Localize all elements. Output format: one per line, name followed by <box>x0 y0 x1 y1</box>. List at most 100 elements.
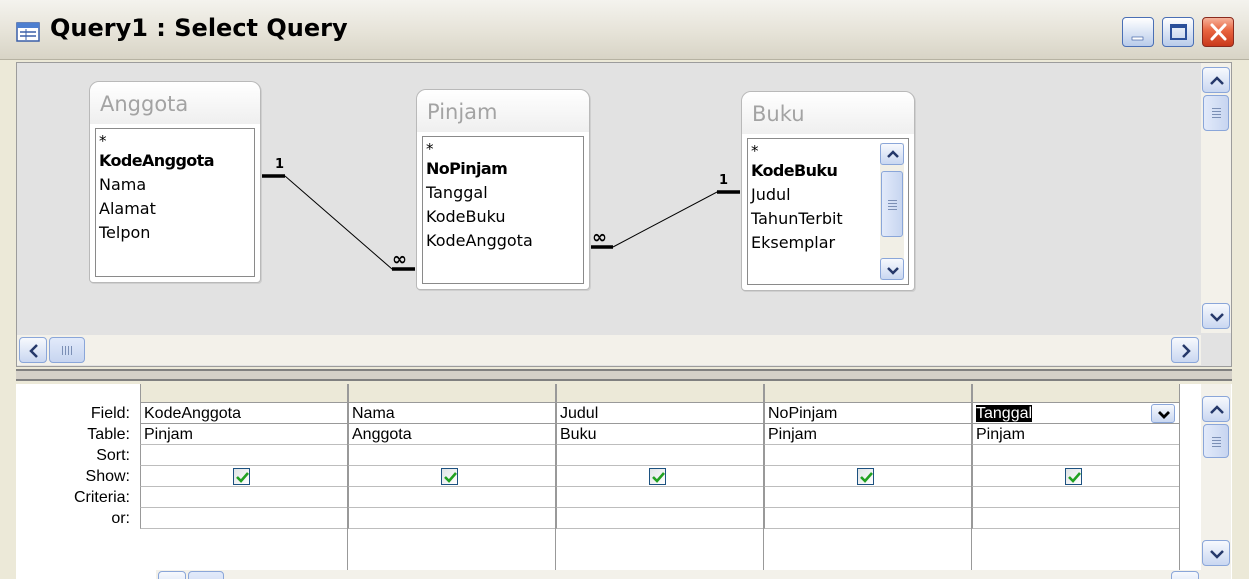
scroll-down-button[interactable] <box>880 258 904 280</box>
grid-vertical-scrollbar[interactable] <box>1201 384 1231 579</box>
scroll-left-button[interactable] <box>19 337 47 363</box>
show-checkbox[interactable] <box>649 468 666 485</box>
scroll-thumb[interactable] <box>1203 424 1229 458</box>
table-cell[interactable]: Pinjam <box>972 424 1179 445</box>
column-selector[interactable] <box>348 384 555 403</box>
checkmark-icon <box>860 472 873 483</box>
scroll-up-button[interactable] <box>1202 396 1230 422</box>
column-selector[interactable] <box>764 384 971 403</box>
field-item-tanggal[interactable]: Tanggal <box>423 181 583 205</box>
field-cell[interactable]: Judul <box>556 403 763 424</box>
show-checkbox[interactable] <box>1065 468 1082 485</box>
or-cell[interactable] <box>556 508 763 529</box>
field-cell[interactable]: NoPinjam <box>764 403 971 424</box>
field-item-all[interactable]: * <box>423 137 583 158</box>
table-cell[interactable]: Pinjam <box>140 424 347 445</box>
show-checkbox[interactable] <box>857 468 874 485</box>
sort-cell[interactable] <box>140 445 347 466</box>
field-item-kodeanggota[interactable]: KodeAnggota <box>423 229 583 253</box>
table-cell[interactable]: Buku <box>556 424 763 445</box>
or-cell[interactable] <box>348 508 555 529</box>
table-anggota[interactable]: Anggota * KodeAnggota Nama Alamat Telpon <box>89 81 261 283</box>
column-selector[interactable] <box>972 384 1179 403</box>
title-bar[interactable]: Query1 : Select Query <box>0 0 1249 60</box>
scroll-right-button[interactable] <box>1171 337 1199 363</box>
design-grid[interactable]: Field: Table: Sort: Show: Criteria: or: … <box>16 384 1232 579</box>
show-checkbox[interactable] <box>441 468 458 485</box>
grid-columns[interactable]: KodeAnggota Pinjam Nama Anggota Judul Bu… <box>140 384 1186 579</box>
scroll-up-button[interactable] <box>1202 67 1230 93</box>
selected-field-text[interactable]: Tanggal <box>976 405 1033 422</box>
grid-column[interactable]: KodeAnggota Pinjam <box>140 384 348 579</box>
minimize-button[interactable] <box>1122 17 1154 47</box>
table-title[interactable]: Buku <box>742 92 914 134</box>
scroll-thumb[interactable] <box>49 337 85 363</box>
or-cell[interactable] <box>140 508 347 529</box>
scroll-right-button[interactable] <box>1171 571 1199 579</box>
column-selector[interactable] <box>556 384 763 403</box>
row-label-field: Field: <box>90 405 130 422</box>
criteria-cell[interactable] <box>348 487 555 508</box>
table-buku[interactable]: Buku * KodeBuku Judul TahunTerbit Eksemp… <box>741 91 915 291</box>
field-list[interactable]: * KodeBuku Judul TahunTerbit Eksemplar <box>747 138 909 285</box>
scroll-down-button[interactable] <box>1202 303 1230 329</box>
field-cell[interactable]: Nama <box>348 403 555 424</box>
sort-cell[interactable] <box>764 445 971 466</box>
criteria-cell[interactable] <box>140 487 347 508</box>
scroll-thumb[interactable] <box>1203 95 1229 131</box>
field-list[interactable]: * KodeAnggota Nama Alamat Telpon <box>95 128 255 277</box>
column-selector[interactable] <box>140 384 347 403</box>
field-item-all[interactable]: * <box>96 129 254 150</box>
pane-splitter[interactable] <box>16 369 1232 381</box>
field-item-nama[interactable]: Nama <box>96 173 254 197</box>
scroll-left-button[interactable] <box>158 571 186 579</box>
field-item-nopinjam[interactable]: NoPinjam <box>423 157 583 181</box>
field-list-scrollbar[interactable] <box>880 143 904 280</box>
show-cell[interactable] <box>140 466 347 487</box>
scroll-down-button[interactable] <box>1202 540 1230 566</box>
field-cell[interactable]: Tanggal <box>972 403 1179 424</box>
or-cell[interactable] <box>764 508 971 529</box>
chevron-down-icon <box>1158 411 1170 419</box>
field-item-kodeanggota[interactable]: KodeAnggota <box>96 149 254 173</box>
grid-horizontal-scrollbar[interactable] <box>156 570 1201 579</box>
grid-column[interactable]: NoPinjam Pinjam <box>764 384 972 579</box>
scroll-up-button[interactable] <box>880 143 904 165</box>
table-cell[interactable]: Pinjam <box>764 424 971 445</box>
chevron-up-icon <box>1210 76 1224 85</box>
field-cell[interactable]: KodeAnggota <box>140 403 347 424</box>
show-checkbox[interactable] <box>233 468 250 485</box>
field-item-alamat[interactable]: Alamat <box>96 197 254 221</box>
sort-cell[interactable] <box>348 445 555 466</box>
query-window-icon[interactable] <box>16 20 42 44</box>
maximize-button[interactable] <box>1162 17 1194 47</box>
criteria-cell[interactable] <box>556 487 763 508</box>
grid-column[interactable]: Tanggal Pinjam <box>972 384 1180 579</box>
sort-cell[interactable] <box>556 445 763 466</box>
show-cell[interactable] <box>972 466 1179 487</box>
field-list[interactable]: * NoPinjam Tanggal KodeBuku KodeAnggota <box>422 136 584 284</box>
table-pinjam[interactable]: Pinjam * NoPinjam Tanggal KodeBuku KodeA… <box>416 89 590 290</box>
field-item-kodebuku[interactable]: KodeBuku <box>423 205 583 229</box>
table-title[interactable]: Anggota <box>90 82 260 124</box>
chevron-up-icon <box>1210 405 1224 414</box>
field-dropdown-button[interactable] <box>1151 404 1175 423</box>
grid-column[interactable]: Judul Buku <box>556 384 764 579</box>
criteria-cell[interactable] <box>972 487 1179 508</box>
show-cell[interactable] <box>556 466 763 487</box>
show-cell[interactable] <box>348 466 555 487</box>
table-pane-vertical-scrollbar[interactable] <box>1201 63 1231 333</box>
table-pane-horizontal-scrollbar[interactable] <box>17 335 1201 365</box>
criteria-cell[interactable] <box>764 487 971 508</box>
scroll-thumb[interactable] <box>881 171 903 237</box>
sort-cell[interactable] <box>972 445 1179 466</box>
or-cell[interactable] <box>972 508 1179 529</box>
scroll-thumb[interactable] <box>188 571 224 579</box>
table-cell[interactable]: Anggota <box>348 424 555 445</box>
table-pane[interactable]: 1 ∞ ∞ 1 Anggota * KodeAnggota Nama Alama… <box>16 62 1232 367</box>
table-title[interactable]: Pinjam <box>417 90 589 132</box>
show-cell[interactable] <box>764 466 971 487</box>
close-button[interactable] <box>1202 17 1234 47</box>
grid-column[interactable]: Nama Anggota <box>348 384 556 579</box>
field-item-telpon[interactable]: Telpon <box>96 221 254 245</box>
